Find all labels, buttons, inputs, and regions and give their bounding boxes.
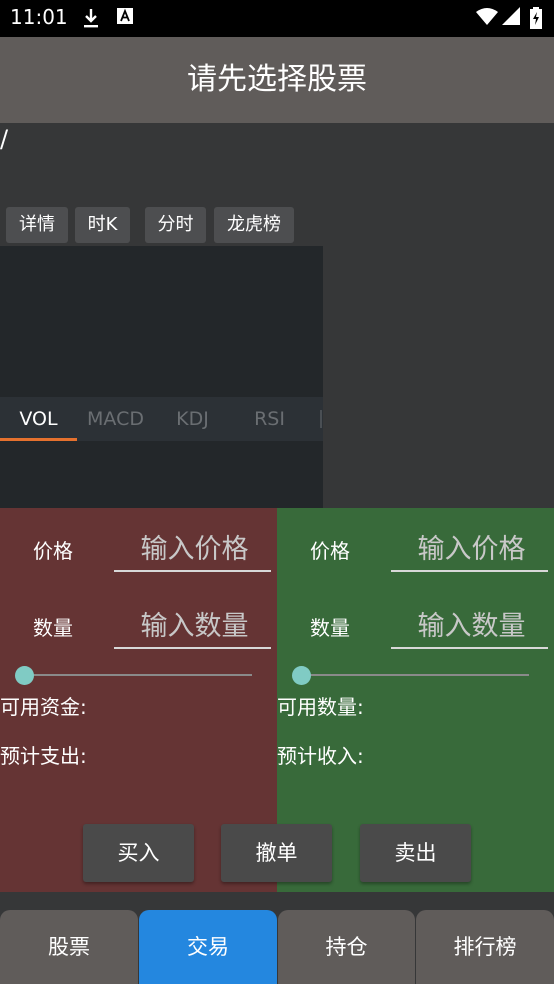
chart-panel [0, 246, 323, 508]
indicator-tab-kdj[interactable]: KDJ [154, 397, 231, 441]
stock-code-label: / [0, 125, 9, 153]
nav-trade[interactable]: 交易 [139, 910, 277, 984]
nav-stocks[interactable]: 股票 [0, 910, 138, 984]
buy-qty-input-wrap [114, 605, 275, 649]
a-notification-icon [117, 7, 133, 31]
buy-button[interactable]: 买入 [83, 824, 194, 882]
indicator-tab-vol[interactable]: VOL [0, 397, 77, 441]
buy-price-input[interactable] [114, 528, 275, 570]
download-icon [82, 7, 100, 35]
sell-qty-input[interactable] [391, 605, 552, 647]
buy-qty-label: 数量 [33, 616, 73, 640]
buy-price-input-wrap [114, 528, 275, 572]
sell-button[interactable]: 卖出 [360, 824, 471, 882]
buy-price-label: 价格 [33, 539, 73, 563]
sell-available-qty: 可用数量: [277, 695, 364, 719]
wifi-icon [476, 7, 498, 31]
buy-available-funds: 可用资金: [0, 695, 87, 719]
page-title: 请先选择股票 [187, 62, 367, 97]
tab-hourly-k[interactable]: 时K [75, 207, 130, 243]
indicator-tab-rsi[interactable]: RSI [231, 397, 308, 441]
sell-estimated-income: 预计收入: [277, 744, 364, 768]
buy-slider-thumb[interactable] [15, 666, 34, 685]
nav-positions[interactable]: 持仓 [278, 910, 415, 984]
sell-qty-input-wrap [391, 605, 552, 649]
indicator-tab-macd[interactable]: MACD [77, 397, 154, 441]
tab-details[interactable]: 详情 [6, 207, 68, 243]
nav-rankings[interactable]: 排行榜 [416, 910, 554, 984]
buy-qty-slider[interactable] [24, 674, 252, 676]
status-time: 11:01 [10, 5, 68, 29]
sell-price-label: 价格 [310, 539, 350, 563]
tab-dragon-tiger-list[interactable]: 龙虎榜 [214, 207, 294, 243]
tab-intraday[interactable]: 分时 [145, 207, 206, 243]
cancel-order-button[interactable]: 撤单 [221, 824, 332, 882]
buy-qty-input[interactable] [114, 605, 275, 647]
buy-estimated-cost: 预计支出: [0, 744, 87, 768]
indicator-active-underline [0, 438, 77, 441]
sell-slider-thumb[interactable] [292, 666, 311, 685]
sell-price-input-wrap [391, 528, 552, 572]
sell-qty-slider[interactable] [301, 674, 529, 676]
signal-icon [502, 7, 520, 31]
sell-qty-label: 数量 [310, 616, 350, 640]
indicator-overflow-edge [320, 410, 322, 428]
sell-price-input[interactable] [391, 528, 552, 570]
battery-icon [530, 7, 542, 35]
